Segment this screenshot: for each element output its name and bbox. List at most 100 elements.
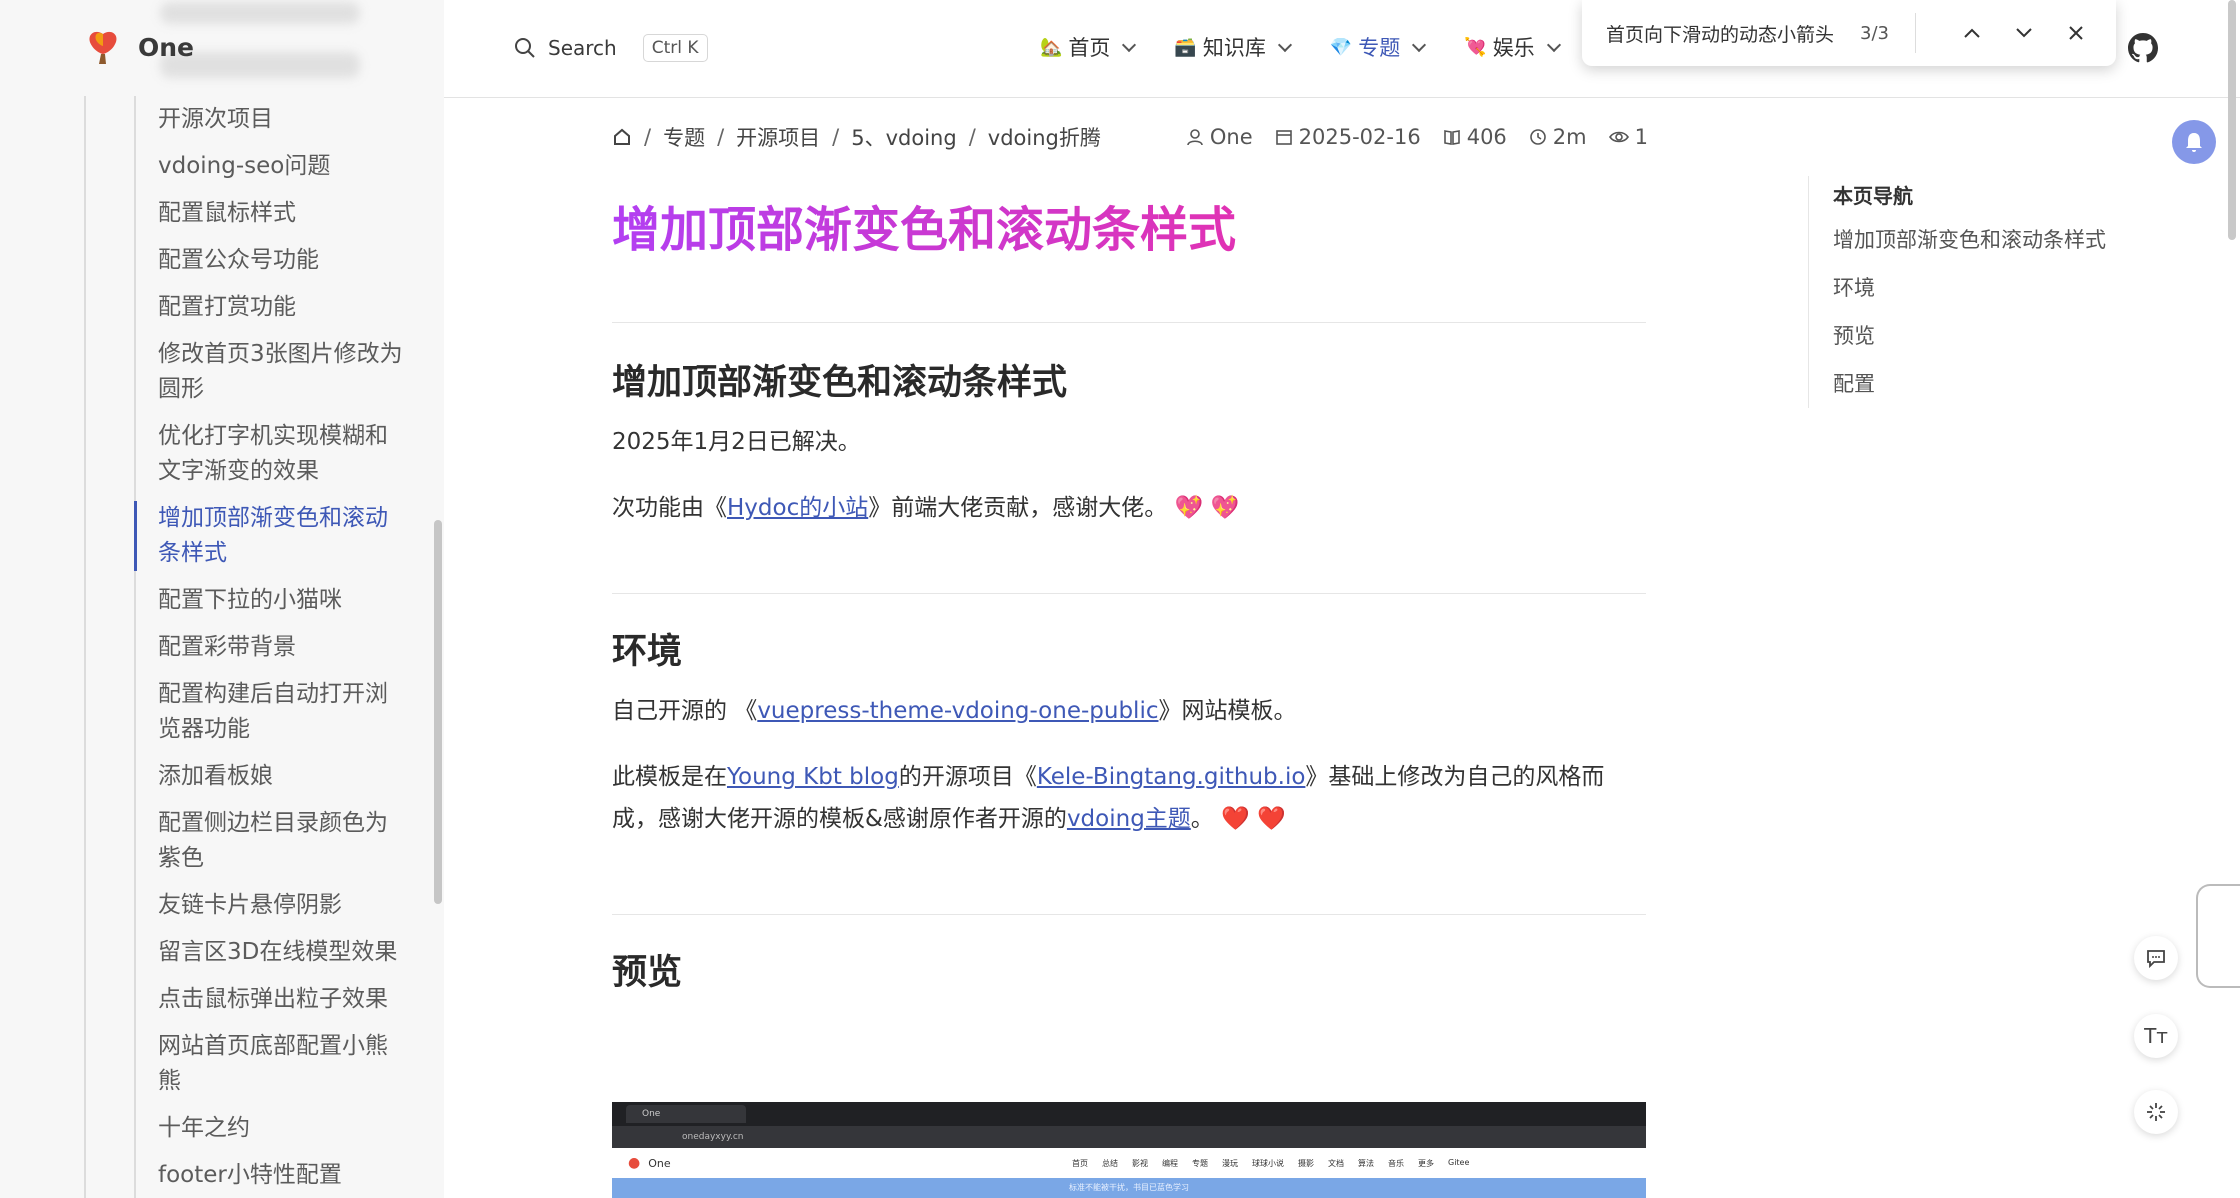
github-icon[interactable] [2128,33,2158,63]
preview-nav-item: 总结 [1102,1159,1118,1168]
nav-item[interactable]: 🗃️ 知识库 [1174,32,1292,62]
nav-item[interactable]: 💎 专题 [1329,32,1427,62]
search-box[interactable]: Search Ctrl K [514,34,708,62]
toc-title: 本页导航 [1833,184,1913,208]
find-query[interactable]: 首页向下滑动的动态小箭头 [1606,20,1860,47]
sidebar-item[interactable]: 优化打字机实现模糊和文字渐变的效果 [158,413,408,495]
find-next-button[interactable] [2008,17,2040,49]
heart-emoji: 💖 💖 [1174,495,1240,521]
paragraph: 次功能由《Hydoc的小站》前端大佬贡献，感谢大佬。 💖 💖 [612,495,1240,521]
sidebar-item[interactable]: 配置公众号功能 [158,237,408,284]
hydoc-link[interactable]: Hydoc的小站 [727,495,868,521]
preview-nav-item: 漫玩 [1222,1159,1238,1168]
section-heading: 环境 [612,632,683,672]
preview-nav-item: 专题 [1192,1159,1208,1168]
find-count: 3/3 [1860,22,1889,44]
preview-nav-item: 算法 [1358,1159,1374,1168]
author[interactable]: One [1210,125,1253,149]
sidebar-item[interactable]: 配置构建后自动打开浏览器功能 [158,671,408,753]
preview-nav-item: 更多 [1418,1159,1434,1168]
toc-item[interactable]: 环境 [1833,264,2108,312]
breadcrumb-item[interactable]: vdoing折腾 [988,122,1101,152]
chevron-down-icon [1122,37,1137,52]
nav-emoji-icon: 🏡 [1040,36,1063,58]
paragraph: 2025年1月2日已解决。 [612,429,861,455]
find-close-button[interactable] [2060,17,2092,49]
sidebar-item[interactable]: 添加看板娘 [158,753,408,800]
bell-icon [2186,133,2202,152]
preview-nav-item: 音乐 [1388,1159,1404,1168]
paragraph: 此模板是在Young Kbt blog的开源项目《Kele-Bingtang.g… [612,764,1605,832]
kele-link[interactable]: Kele-Bingtang.github.io [1037,764,1306,790]
sidebar-item[interactable]: 配置打赏功能 [158,284,408,331]
search-icon [515,38,535,58]
nav-emoji-icon: 💎 [1329,36,1353,58]
sidebar-list: 开源次项目 vdoing-seo问题 配置鼠标样式 配置公众号功能 配置打赏功能 修改首页… [134,96,408,1198]
preview-tab: One [626,1105,746,1123]
toc-item[interactable]: 预览 [1833,312,2108,360]
article: / 专题 / 开源项目 /5、vdoing / vdoing折腾 One 2025-0… [612,120,1648,997]
page-title: 增加顶部渐变色和滚动条样式 [612,198,1646,262]
nav-emoji-icon: 💘 [1464,36,1487,58]
comment-icon [2147,950,2165,969]
nav-label: 专题 [1358,36,1401,60]
user-icon [1187,129,1203,146]
sidebar-item[interactable]: 增加顶部渐变色和滚动条样式 [134,495,408,577]
page-scrollbar[interactable] [2228,0,2240,240]
sidebar-item[interactable]: 配置彩带背景 [158,624,408,671]
theme-button[interactable] [2134,1090,2178,1134]
paragraph: 自己开源的 《vuepress-theme-vdoing-one-public》… [612,698,1297,724]
sidebar-item[interactable]: 友链卡片悬停阴影 [158,882,408,929]
sidebar-item[interactable]: 十年之约 [158,1105,408,1152]
notification-button[interactable] [2172,120,2216,164]
sidebar-item[interactable]: 网站首页底部配置小熊熊 [158,1023,408,1105]
sidebar-item[interactable]: 配置侧边栏目录颜色为紫色 [158,800,408,882]
preview-nav: 首页 总结 影视 编程 专题 漫玩 球球小说 摄影 文档 算法 音乐 更多 Gitee [1072,1158,1469,1169]
breadcrumb-item[interactable]: 5、vdoing [851,122,956,152]
nav-label: 首页 [1068,36,1111,60]
find-prev-button[interactable] [1956,17,1988,49]
site-logo[interactable]: One [84,28,194,66]
preview-nav-item: 球球小说 [1252,1159,1284,1168]
home-icon[interactable] [612,127,632,147]
comment-button[interactable] [2134,936,2178,980]
toc-item[interactable]: 增加顶部渐变色和滚动条样式 [1833,216,2108,264]
sidebar-item[interactable]: 开源次项目 [158,96,408,143]
preview-url: onedayxyy.cn [612,1126,1646,1148]
read-time: 2m [1552,125,1587,149]
sidebar-item[interactable]: 配置下拉的小猫咪 [158,577,408,624]
chevron-down-icon [1412,37,1427,52]
preview-brand: One [648,1156,671,1170]
sidebar-item[interactable]: 修改首页3张图片修改为圆形 [158,331,408,413]
sidebar-item[interactable]: 配置鼠标样式 [158,190,408,237]
eye-icon [1608,131,1629,143]
sidebar-item[interactable]: footer小特性配置 [158,1152,408,1198]
preview-nav-item: Gitee [1448,1158,1470,1167]
preview-nav-item: 文档 [1328,1159,1344,1168]
vdoing-link[interactable]: vdoing主题 [1067,806,1191,832]
kbt-blog-link[interactable]: Young Kbt blog [727,764,899,790]
toc-item[interactable]: 配置 [1833,360,2108,408]
view-count: 1 [1634,125,1648,149]
font-size-icon: Tт [2144,1024,2168,1048]
nav-item[interactable]: 🏡 首页 [1040,32,1137,62]
date: 2025-02-16 [1298,125,1421,149]
clock-icon [1529,129,1546,145]
search-label: Search [548,36,617,60]
section-heading: 增加顶部渐变色和滚动条样式 [612,363,1068,403]
font-size-button[interactable]: Tт [2134,1014,2178,1058]
nav-item[interactable]: 💘 娱乐 [1464,32,1561,62]
preview-nav-item: 影视 [1132,1159,1148,1168]
side-drawer-tab[interactable] [2196,884,2240,988]
chevron-down-icon [1277,37,1292,52]
preview-nav-item: 摄影 [1298,1159,1314,1168]
table-of-contents: 本页导航 增加顶部渐变色和滚动条样式 环境 预览 配置 [1808,176,2108,408]
sidebar-scrollbar[interactable] [434,520,442,904]
sidebar-item[interactable]: vdoing-seo问题 [158,143,408,190]
sidebar-item[interactable]: 点击鼠标弹出粒子效果 [158,976,408,1023]
sidebar-item[interactable]: 留言区3D在线模型效果 [158,929,408,976]
template-link[interactable]: vuepress-theme-vdoing-one-public [757,698,1158,724]
breadcrumb-item[interactable]: 专题 [663,122,705,152]
logo-icon [89,31,117,64]
breadcrumb-item[interactable]: 开源项目 [736,122,820,152]
